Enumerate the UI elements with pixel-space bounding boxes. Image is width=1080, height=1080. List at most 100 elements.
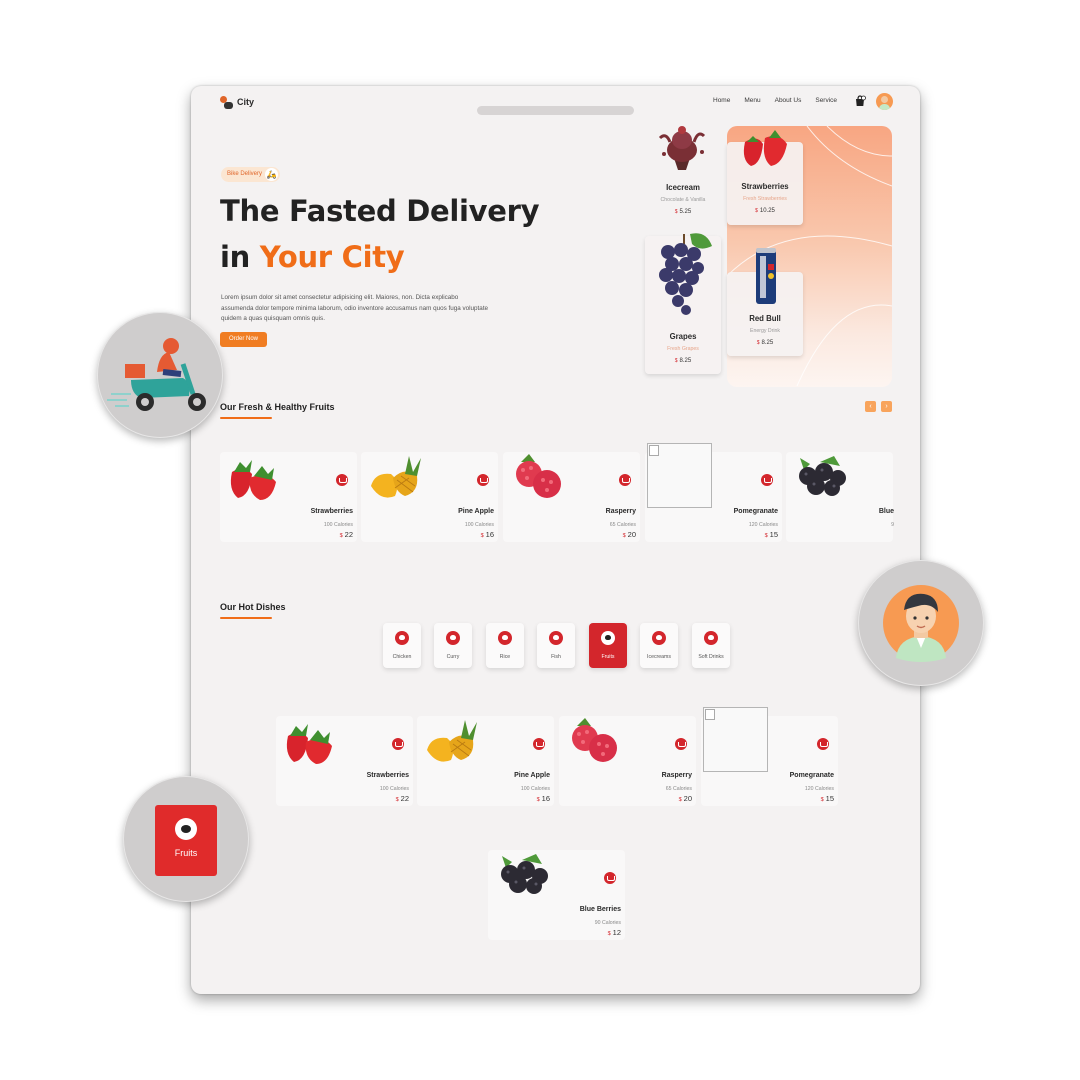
add-to-cart-button[interactable] <box>761 474 773 486</box>
currency: $ <box>622 533 626 539</box>
fruit-card-pomegranate[interactable]: Pomegranate 120 Calories $15 <box>645 443 782 542</box>
category-icecreams[interactable]: Icecreams <box>640 623 678 668</box>
fruit-name: Strawberries <box>310 508 353 515</box>
add-to-cart-button[interactable] <box>392 738 404 750</box>
currency: $ <box>339 533 343 539</box>
price-value: 10.25 <box>759 208 775 214</box>
nav-menu[interactable]: Menu <box>744 97 760 104</box>
currency: $ <box>480 533 484 539</box>
price-value: 12 <box>612 928 621 937</box>
currency: $ <box>820 797 824 803</box>
fruit-name: Blue Berries <box>579 906 621 913</box>
fruit-card-rasperry[interactable]: Rasperry 65 Calories $20 <box>503 452 640 542</box>
hero-card-grapes[interactable]: Grapes Fresh Grapes $8.25 <box>645 233 721 374</box>
hero-card-price: $8.25 <box>645 358 721 364</box>
hero-card-name: Icecream <box>666 183 700 192</box>
fruit-name: Pomegranate <box>789 772 834 779</box>
hero-card-strawberries[interactable]: Strawberries Fresh Strawberries $10.25 <box>727 130 803 225</box>
fruits-category-bubble: Fruits <box>123 776 249 902</box>
nav-about-us[interactable]: About Us <box>775 97 802 104</box>
category-label: Rice <box>499 654 511 660</box>
chef-logo-icon <box>219 95 233 109</box>
raspberry-image <box>572 718 617 762</box>
fruit-name: Pine Apple <box>514 772 550 779</box>
fruit-card-pine-apple[interactable]: Pine Apple 100 Calories $16 <box>361 452 498 542</box>
hero-card-sub: Fresh Grapes <box>667 346 699 352</box>
add-to-cart-button[interactable] <box>619 474 631 486</box>
fruit-name: Blue <box>878 508 894 515</box>
nav-service[interactable]: Service <box>815 97 837 104</box>
fruit-card-strawberries[interactable]: Strawberries 100 Calories $22 <box>220 452 357 542</box>
dish-card-strawberries[interactable]: Strawberries 100 Calories $22 <box>276 716 413 806</box>
fruit-price: $15 <box>821 794 834 803</box>
next-arrow-button[interactable]: › <box>881 401 892 412</box>
fruit-price: $15 <box>765 530 778 539</box>
hero-card-sub: Energy Drink <box>750 328 780 334</box>
strawberry-image <box>230 460 276 500</box>
category-rice[interactable]: Rice <box>486 623 524 668</box>
fruit-name: Pine Apple <box>458 508 494 515</box>
category-label: Chicken <box>392 654 412 660</box>
fruit-card-blue-berries[interactable]: Blue 9 <box>786 452 894 542</box>
scrollbar[interactable] <box>477 106 634 115</box>
order-now-button[interactable]: Order Now <box>220 332 267 347</box>
category-soft-drinks[interactable]: Soft Drinks <box>692 623 730 668</box>
fruit-calories: 100 Calories <box>464 522 494 528</box>
raspberry-image <box>516 454 561 498</box>
fruit-name: Strawberries <box>366 772 409 779</box>
hero-card-price: $8.25 <box>727 340 803 346</box>
fruit-name: Rasperry <box>605 508 636 515</box>
category-curry[interactable]: Curry <box>434 623 472 668</box>
dish-card-rasperry[interactable]: Rasperry 65 Calories $20 <box>559 716 696 806</box>
hero-card-icecream[interactable]: Icecream Chocolate & Vanilla $5.25 <box>645 126 721 222</box>
dish-card-blue-berries[interactable]: Blue Berries 90 Calories $12 <box>488 850 625 940</box>
dish-card-pine-apple[interactable]: Pine Apple 100 Calories $16 <box>417 716 554 806</box>
hero-card-sub: Chocolate & Vanilla <box>660 197 706 203</box>
add-to-cart-button[interactable] <box>604 872 616 884</box>
fruit-price: $20 <box>623 530 636 539</box>
hero-card-red-bull[interactable]: Red Bull Energy Drink $8.25 <box>727 248 803 356</box>
food-icon <box>395 631 409 645</box>
nav-home[interactable]: Home <box>713 97 730 104</box>
category-fish[interactable]: Fish <box>537 623 575 668</box>
dish-card-pomegranate[interactable]: Pomegranate 120 Calories $15 <box>701 707 838 806</box>
add-to-cart-button[interactable] <box>675 738 687 750</box>
bike-icon: 🛵 <box>265 168 279 181</box>
add-to-cart-button[interactable] <box>477 474 489 486</box>
add-to-cart-button[interactable] <box>533 738 545 750</box>
currency: $ <box>756 340 760 346</box>
add-to-cart-button[interactable] <box>336 474 348 486</box>
badge-label: Bike Delivery <box>227 171 263 177</box>
fruit-price: $12 <box>608 928 621 937</box>
category-chicken[interactable]: Chicken <box>383 623 421 668</box>
website-frame: City Home Menu About Us Service Bike Del… <box>191 86 920 994</box>
fruits-category-tile[interactable]: Fruits <box>155 805 217 876</box>
prev-arrow-button[interactable]: ‹ <box>865 401 876 412</box>
hero-title-accent: Your City <box>259 240 405 274</box>
category-label: Curry <box>446 654 460 660</box>
price-value: 22 <box>400 794 409 803</box>
fruits-section-title: Our Fresh & Healthy Fruits <box>220 402 335 412</box>
blackberry-image <box>799 456 846 496</box>
hot-dishes-section-title: Our Hot Dishes <box>220 602 286 612</box>
fruit-name: Pomegranate <box>733 508 778 515</box>
main-nav: Home Menu About Us Service <box>713 97 837 104</box>
hero-title-line1: The Fasted Delivery <box>220 194 540 228</box>
category-fruits[interactable]: Fruits <box>589 623 627 668</box>
fruit-calories: 100 Calories <box>379 786 409 792</box>
currency: $ <box>674 209 678 215</box>
hero-description: Lorem ipsum dolor sit amet consectetur a… <box>221 294 489 322</box>
person-avatar-icon <box>883 585 959 662</box>
user-avatar[interactable] <box>876 93 893 110</box>
category-label: Fish <box>551 654 561 660</box>
hero-card-name: Grapes <box>669 332 697 341</box>
shopping-bag-icon[interactable] <box>854 95 866 107</box>
logo[interactable]: City <box>219 95 254 109</box>
fruit-price: $16 <box>481 530 494 539</box>
fruit-calories: 120 Calories <box>748 522 778 528</box>
add-to-cart-button[interactable] <box>817 738 829 750</box>
fruit-price: $16 <box>537 794 550 803</box>
price-value: 8.25 <box>679 358 692 364</box>
price-value: 22 <box>344 530 353 539</box>
strawberry-image <box>286 724 332 764</box>
